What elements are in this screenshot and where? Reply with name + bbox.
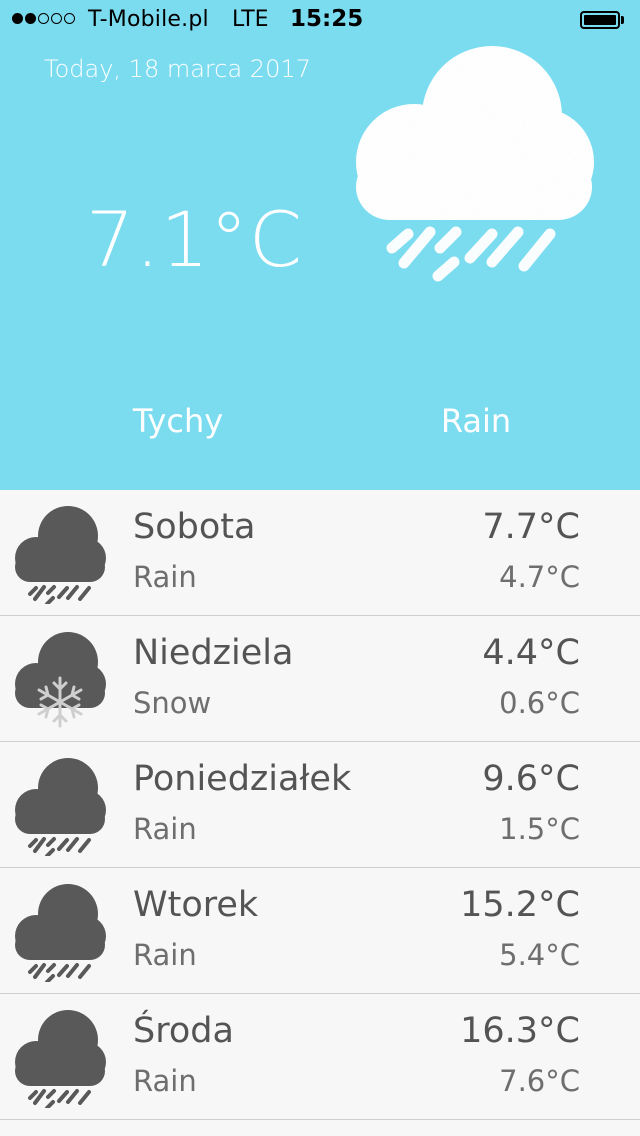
forecast-row[interactable]: Środa Rain 16.3°C 7.6°C [0, 994, 640, 1120]
forecast-low-temp: 0.6°C [499, 686, 580, 720]
forecast-list[interactable]: Sobota Rain 7.7°C 4.7°C Niedziela Snow 4… [0, 490, 640, 1136]
forecast-low-temp: 4.7°C [499, 560, 580, 594]
current-temperature: 7.1°C [86, 195, 303, 284]
forecast-row[interactable]: Wtorek Rain 15.2°C 5.4°C [0, 868, 640, 994]
forecast-day: Niedziela [133, 633, 294, 673]
forecast-low-temp: 1.5°C [499, 812, 580, 846]
signal-dot [51, 13, 62, 24]
forecast-low-temp: 5.4°C [499, 938, 580, 972]
rain-cloud-icon [15, 506, 106, 604]
signal-strength-icon [12, 13, 75, 24]
forecast-day: Wtorek [133, 885, 259, 925]
rain-cloud-icon [15, 884, 106, 982]
forecast-row[interactable]: Poniedziałek Rain 9.6°C 1.5°C [0, 742, 640, 868]
forecast-high-temp: 15.2°C [460, 885, 580, 925]
battery-level [584, 15, 616, 25]
forecast-high-temp: 7.7°C [482, 507, 580, 547]
current-weather-panel: T-Mobile.pl LTE 15:25 Today, 18 marca 20… [0, 0, 640, 490]
forecast-low-temp: 7.6°C [499, 1064, 580, 1098]
battery-tip [621, 16, 624, 24]
carrier-name: T-Mobile.pl [88, 7, 209, 32]
forecast-row[interactable]: Sobota Rain 7.7°C 4.7°C [0, 490, 640, 616]
signal-dot [38, 13, 49, 24]
snow-cloud-icon [15, 632, 106, 728]
signal-dot [64, 13, 75, 24]
status-bar: T-Mobile.pl LTE 15:25 [0, 0, 640, 40]
rain-cloud-icon [15, 758, 106, 856]
status-time: 15:25 [290, 6, 364, 32]
forecast-high-temp: 9.6°C [482, 759, 580, 799]
rain-cloud-icon [356, 46, 594, 282]
forecast-condition: Rain [133, 560, 197, 594]
weather-screen: T-Mobile.pl LTE 15:25 Today, 18 marca 20… [0, 0, 640, 1136]
forecast-high-temp: 4.4°C [482, 633, 580, 673]
network-type: LTE [232, 7, 269, 32]
city-name: Tychy [132, 402, 224, 440]
forecast-high-temp: 16.3°C [460, 1011, 580, 1051]
forecast-day: Poniedziałek [133, 759, 352, 799]
forecast-condition: Snow [133, 686, 212, 720]
forecast-condition: Rain [133, 812, 197, 846]
signal-dot [25, 13, 36, 24]
battery-icon [580, 11, 620, 29]
forecast-condition: Rain [133, 1064, 197, 1098]
current-condition: Rain [440, 402, 512, 440]
forecast-day: Sobota [133, 507, 256, 547]
forecast-condition: Rain [133, 938, 197, 972]
signal-dot [12, 13, 23, 24]
forecast-row[interactable]: Niedziela Snow 4.4°C 0.6°C [0, 616, 640, 742]
rain-cloud-icon [15, 1010, 106, 1108]
current-date: Today, 18 marca 2017 [44, 55, 311, 83]
forecast-day: Środa [133, 1011, 234, 1051]
